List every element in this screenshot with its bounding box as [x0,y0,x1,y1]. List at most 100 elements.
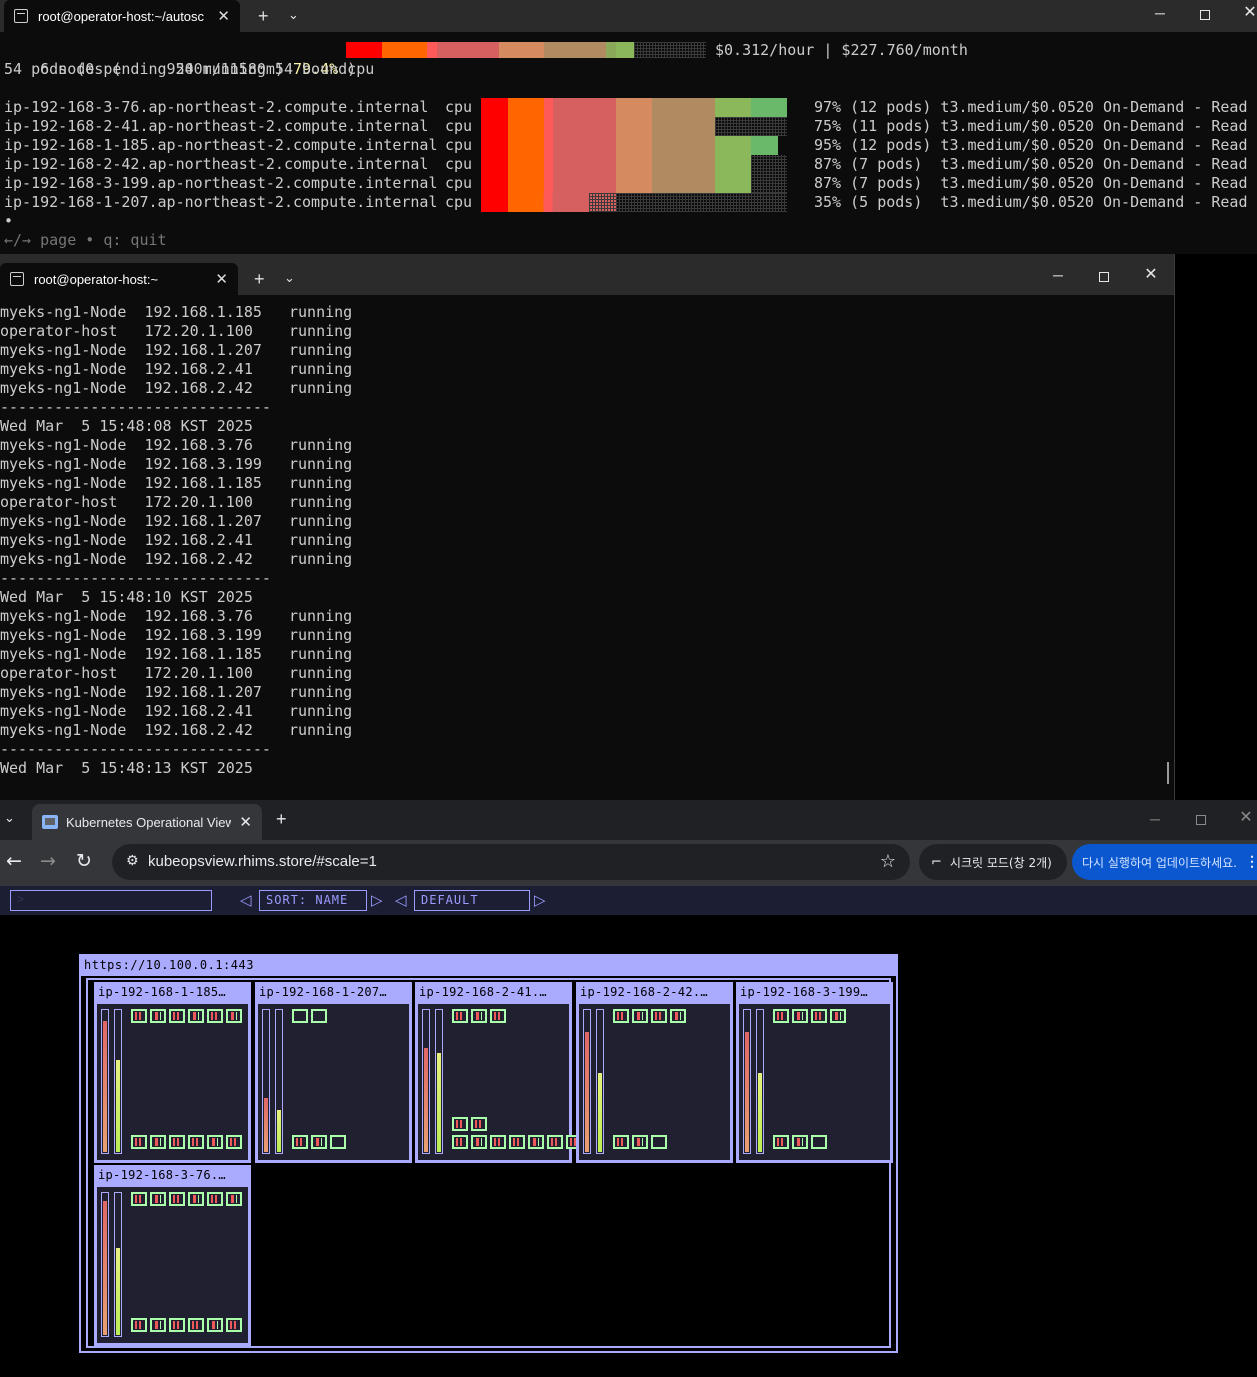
pod[interactable] [651,1135,667,1149]
pod[interactable] [131,1192,147,1206]
pod[interactable] [773,1135,789,1149]
scrollbar[interactable] [1167,762,1169,784]
terminal-tab-2[interactable]: root@operator-host:~ ✕ [0,263,238,295]
pod[interactable] [131,1009,147,1023]
close-window-button[interactable]: ✕ [1240,5,1257,21]
filter-input[interactable]: > [10,890,212,911]
pod[interactable] [792,1009,808,1023]
site-settings-icon[interactable]: ⚙ [126,853,139,869]
node-box[interactable]: ip-192-168-2-42.… [576,982,733,1163]
new-tab-button[interactable]: + [258,7,269,25]
pod[interactable] [471,1135,487,1149]
node-box[interactable]: ip-192-168-2-41.… [415,982,601,1163]
maximize-button[interactable] [1195,8,1215,22]
pod[interactable] [613,1135,629,1149]
pod[interactable] [226,1192,242,1206]
pod[interactable] [169,1192,185,1206]
close-tab-icon[interactable]: ✕ [217,7,230,25]
pod[interactable] [528,1135,544,1149]
theme-prev-arrow-icon[interactable]: ◁ [395,890,407,910]
pod[interactable] [207,1009,223,1023]
pod[interactable] [773,1009,789,1023]
close-tab-icon[interactable]: ✕ [215,270,228,288]
pod[interactable] [150,1192,166,1206]
pod[interactable] [150,1135,166,1149]
pod[interactable] [490,1135,506,1149]
pod[interactable] [632,1009,648,1023]
back-arrow-icon[interactable]: ← [6,850,22,872]
pod[interactable] [632,1135,648,1149]
pod[interactable] [131,1318,147,1332]
pod[interactable] [226,1135,242,1149]
pod[interactable] [651,1009,667,1023]
more-menu-icon[interactable]: ⋮ [1245,854,1257,870]
theme-next-arrow-icon[interactable]: ▷ [534,890,546,910]
pod[interactable] [490,1009,506,1023]
browser-tab[interactable]: Kubernetes Operational View 2 ✕ [32,804,262,840]
pod[interactable] [207,1192,223,1206]
node-box[interactable]: ip-192-168-1-207… [255,982,412,1163]
bookmark-star-icon[interactable]: ☆ [880,851,896,872]
maximize-button[interactable] [1094,270,1114,284]
sort-next-arrow-icon[interactable]: ▷ [371,890,383,910]
pod[interactable] [311,1009,327,1023]
pod[interactable] [226,1318,242,1332]
chevron-down-icon[interactable]: ⌄ [284,269,295,287]
minimize-button[interactable]: ─ [1145,812,1165,826]
maximize-button[interactable] [1191,813,1211,827]
close-tab-icon[interactable]: ✕ [239,813,252,831]
reload-icon[interactable]: ↻ [76,850,92,872]
pod[interactable] [169,1135,185,1149]
address-bar[interactable]: ⚙ kubeopsview.rhims.store/#scale=1 ☆ [112,844,910,880]
new-tab-button[interactable]: + [276,810,287,828]
pod[interactable] [169,1009,185,1023]
new-tab-button[interactable]: + [254,270,265,288]
terminal-tab[interactable]: root@operator-host:~/autosc ✕ [4,0,240,32]
sort-prev-arrow-icon[interactable]: ◁ [240,890,252,910]
pod[interactable] [811,1135,827,1149]
pod[interactable] [150,1009,166,1023]
pod[interactable] [311,1135,327,1149]
pod[interactable] [509,1135,525,1149]
pod[interactable] [452,1009,468,1023]
pod[interactable] [207,1135,223,1149]
incognito-indicator[interactable]: ⌐ 시크릿 모드(창 2개) [919,844,1067,880]
cluster-box[interactable]: https://10.100.0.1:443 ip-192-168-1-185…… [79,954,898,1353]
theme-selector[interactable]: DEFAULT [414,890,530,911]
pod[interactable] [207,1318,223,1332]
node-box[interactable]: ip-192-168-1-185… [94,982,251,1163]
pod[interactable] [452,1135,468,1149]
pod[interactable] [188,1318,204,1332]
pod[interactable] [292,1135,308,1149]
pod[interactable] [471,1117,487,1131]
forward-arrow-icon[interactable]: → [40,850,56,872]
pod[interactable] [226,1009,242,1023]
pod[interactable] [452,1117,468,1131]
pod[interactable] [547,1135,563,1149]
pod[interactable] [830,1009,846,1023]
close-window-button[interactable]: ✕ [1236,810,1256,826]
minimize-button[interactable]: ─ [1150,6,1170,20]
pod[interactable] [150,1318,166,1332]
pod[interactable] [292,1009,308,1023]
pod[interactable] [188,1009,204,1023]
pod[interactable] [613,1009,629,1023]
pod[interactable] [811,1009,827,1023]
sort-selector[interactable]: SORT: NAME [259,890,367,911]
pod[interactable] [188,1135,204,1149]
close-window-button[interactable]: ✕ [1141,267,1161,283]
pod[interactable] [131,1135,147,1149]
node-box[interactable]: ip-192-168-3-199… [736,982,893,1163]
minimize-button[interactable]: ─ [1048,268,1068,282]
pod[interactable] [792,1135,808,1149]
tab-search-icon[interactable]: ⌄ [4,808,15,830]
relaunch-update-button[interactable]: 다시 실행하여 업데이트하세요. ⋮ [1072,844,1257,880]
chevron-down-icon[interactable]: ⌄ [288,6,299,24]
node-box[interactable]: ip-192-168-3-76.… [94,1165,251,1346]
pod[interactable] [169,1318,185,1332]
pod[interactable] [471,1009,487,1023]
mem-gauge-fill [758,1073,762,1152]
pod[interactable] [330,1135,346,1149]
pod[interactable] [188,1192,204,1206]
pod[interactable] [670,1009,686,1023]
